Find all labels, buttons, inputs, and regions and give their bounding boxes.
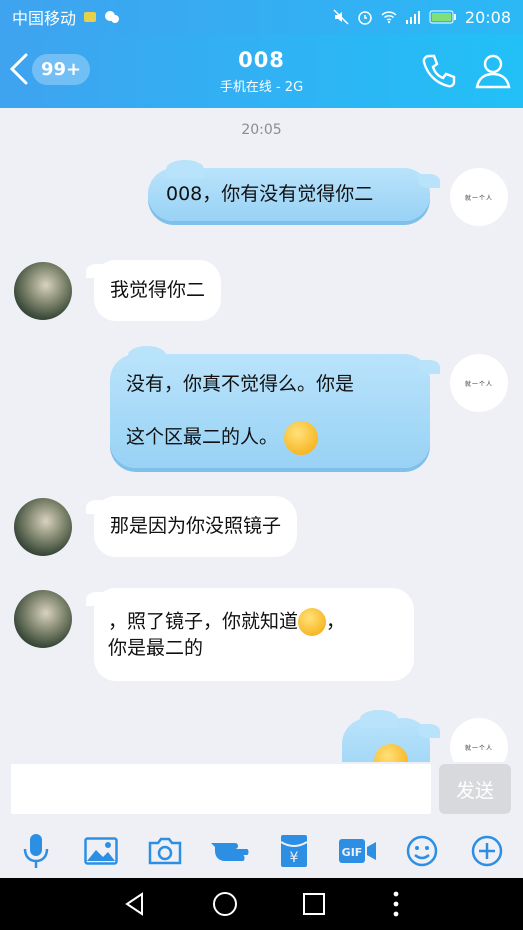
nav-menu-icon[interactable] (391, 890, 401, 918)
gif-icon: GIF (339, 839, 377, 863)
self-avatar[interactable]: 就一个人 (450, 168, 508, 226)
self-avatar[interactable]: 就一个人 (450, 718, 508, 762)
system-nav-bar (0, 878, 523, 930)
person-icon (475, 54, 511, 89)
nav-recents-icon[interactable] (301, 891, 327, 917)
contact-profile-button[interactable] (474, 52, 512, 94)
status-bar: 中国移动 20:08 (0, 0, 523, 34)
message-text-line: ， (326, 610, 346, 633)
message-input[interactable] (11, 764, 431, 814)
red-packet-button[interactable]: ¥ (274, 831, 314, 871)
thinking-emoji-icon (374, 744, 408, 762)
call-button[interactable] (420, 52, 458, 94)
image-button[interactable] (81, 831, 121, 871)
camera-button[interactable] (145, 831, 185, 871)
avatar-text: 就一个人 (464, 380, 493, 388)
send-button[interactable]: 发送 (439, 764, 511, 814)
avatar-text: 就一个人 (464, 194, 493, 202)
message-bubble-self[interactable]: 008，你有没有觉得你二 (148, 160, 440, 221)
carrier-name: 中国移动 (12, 9, 77, 28)
microphone-icon (23, 834, 49, 868)
self-avatar[interactable]: 就一个人 (450, 354, 508, 412)
message-text-line: 这个区最二的人。 (126, 426, 279, 448)
message-text: 那是因为你没照镜子 (110, 515, 282, 537)
message-text-line-wrap: ，照了镜子，你就知道 ， (108, 608, 400, 636)
avatar-text: 就一个人 (464, 744, 493, 752)
gif-button[interactable]: GIF (338, 831, 378, 871)
message-bubble-self[interactable]: 没有，你真不觉得么。你是 这个区最二的人。 (110, 346, 440, 468)
message-text-line: ，照了镜子，你就知道 (108, 610, 299, 633)
svg-text:¥: ¥ (289, 850, 298, 866)
battery-icon (429, 10, 456, 24)
poke-button[interactable] (209, 831, 249, 871)
composer-toolbar: ¥ GIF (0, 824, 523, 878)
smiling-emoji-icon (298, 608, 327, 636)
status-time: 20:08 (464, 7, 511, 27)
message-text-line: 你是最二的 (108, 637, 204, 659)
mute-icon (333, 9, 349, 25)
svg-text:GIF: GIF (342, 846, 363, 859)
message-bubble-other[interactable]: ，照了镜子，你就知道 ， 你是最二的 (86, 588, 414, 681)
emoji-icon (407, 835, 438, 867)
image-icon (83, 837, 118, 865)
wifi-icon (381, 11, 397, 24)
composer: 发送 (0, 762, 523, 824)
voice-button[interactable] (16, 831, 56, 871)
contact-avatar[interactable] (14, 498, 72, 556)
message-text: 008，你有没有觉得你二 (166, 183, 374, 205)
message-list[interactable]: 20:05 008，你有没有觉得你二 就一个人 我觉得你二 没有，你真不觉得么。… (0, 108, 523, 762)
phone-icon (422, 54, 456, 88)
camera-icon (148, 837, 182, 865)
status-indicators: 20:08 (333, 8, 511, 27)
message-bubble-other[interactable]: 我觉得你二 (85, 260, 222, 321)
red-packet-icon: ¥ (280, 835, 308, 867)
nav-back-icon[interactable] (122, 891, 148, 917)
plus-icon (471, 835, 503, 867)
grinning-emoji-icon (284, 420, 319, 455)
message-text-line-wrap: 这个区最二的人。 (126, 411, 414, 464)
wechat-icon (105, 11, 120, 23)
message-bubble-self[interactable] (342, 710, 440, 762)
poke-hand-icon (211, 843, 249, 861)
message-text-line: 没有，你真不觉得么。你是 (126, 373, 355, 395)
status-carrier-group: 中国移动 (12, 5, 120, 29)
chat-header: 99+ 008 手机在线 - 2G (0, 34, 523, 108)
emoji-button[interactable] (402, 831, 442, 871)
contact-avatar[interactable] (14, 590, 72, 648)
message-text: 我觉得你二 (110, 279, 206, 301)
more-button[interactable] (467, 831, 507, 871)
alarm-icon (358, 11, 372, 25)
message-timestamp: 20:05 (241, 122, 282, 138)
app-notification-icon (84, 12, 97, 22)
contact-avatar[interactable] (14, 262, 72, 320)
nav-home-icon[interactable] (212, 891, 238, 917)
signal-icon (405, 11, 420, 24)
message-bubble-other[interactable]: 那是因为你没照镜子 (85, 496, 298, 557)
